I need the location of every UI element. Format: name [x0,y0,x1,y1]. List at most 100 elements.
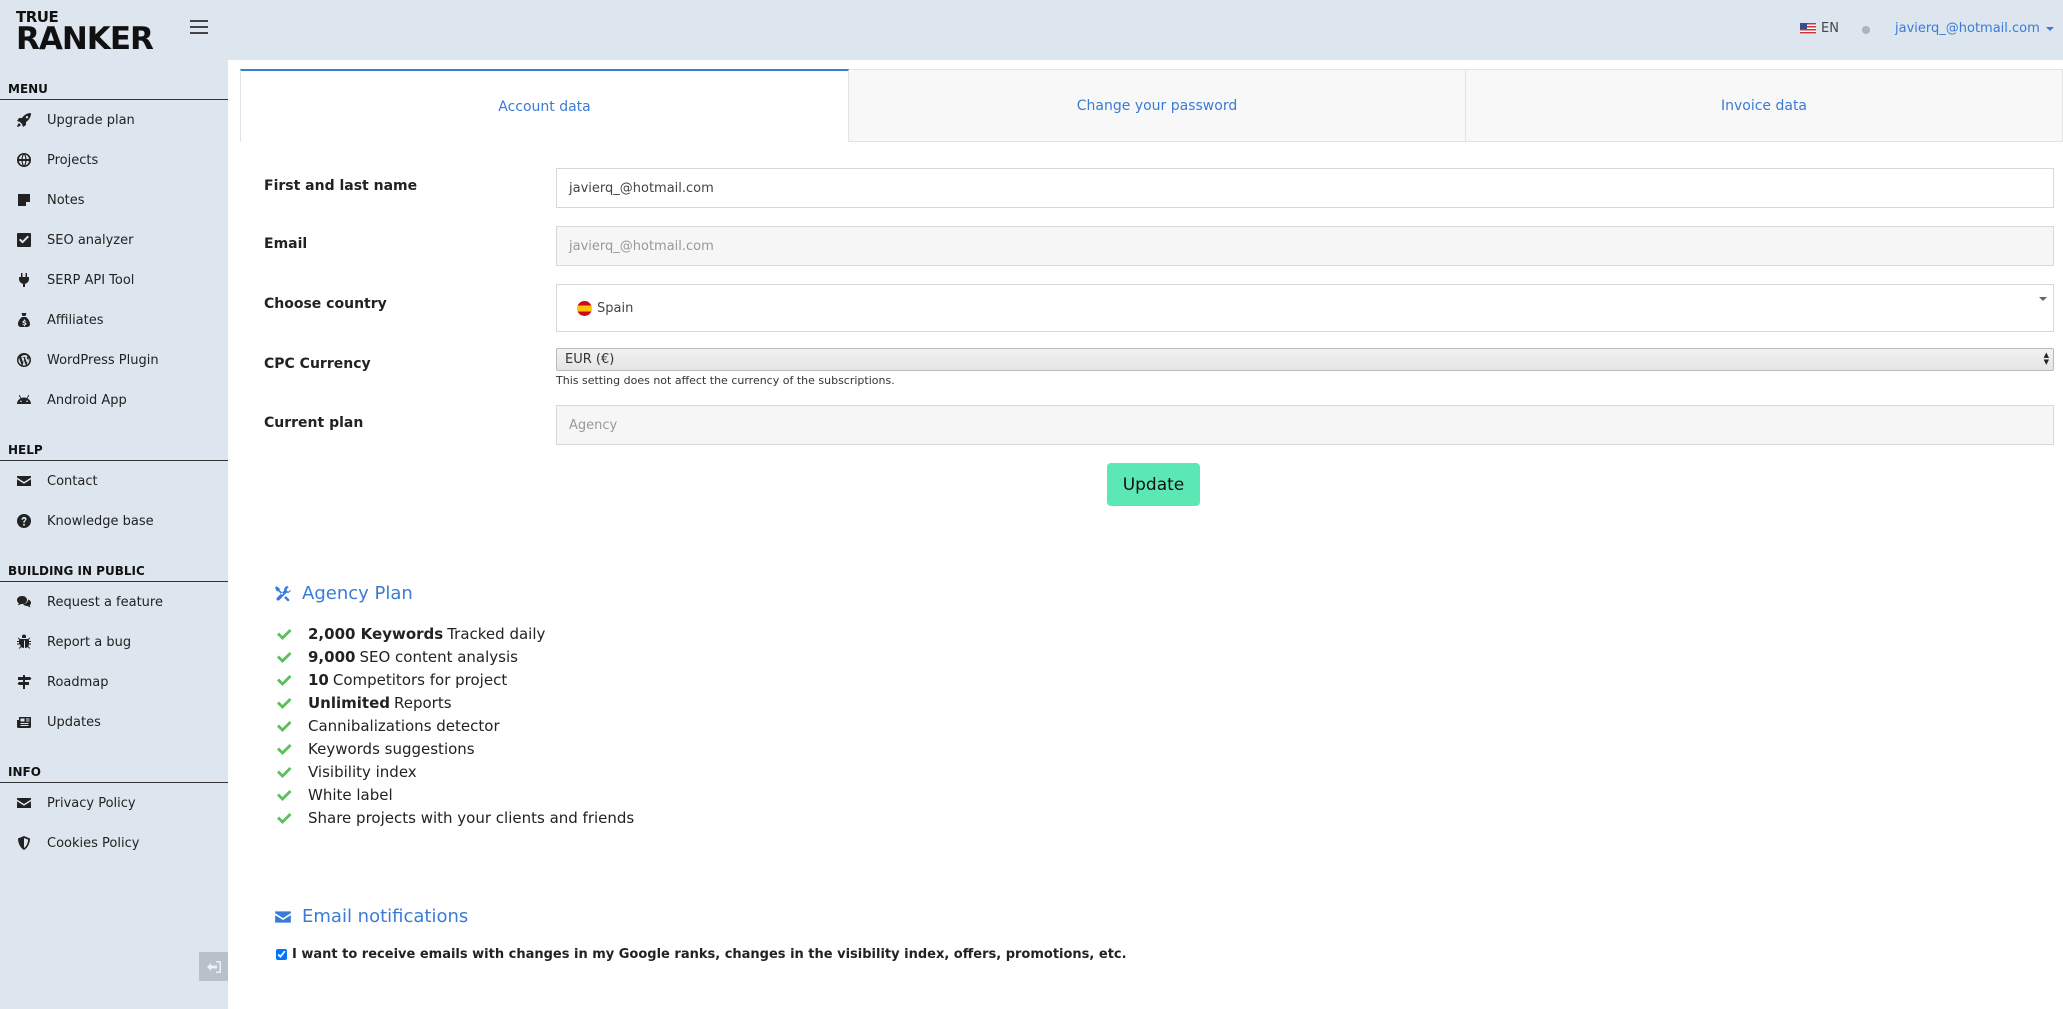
building-in-public-section: BUILDING IN PUBLIC Request a feature Rep… [0,541,228,742]
note-icon [15,192,32,209]
check-icon [276,742,292,756]
spain-flag-icon [577,300,592,316]
plug-icon [15,272,32,289]
rocket-icon [15,112,32,129]
sidebar-item-android-app[interactable]: Android App [0,380,228,420]
info-section: INFO Privacy Policy Cookies Policy [0,742,228,863]
newspaper-icon [15,714,32,731]
sidebar-item-label: Updates [47,714,101,730]
plan-features-list: 2,000 Keywords Tracked daily 9,000 SEO con… [276,622,634,829]
currency-value: EUR (€) [565,352,615,367]
signpost-icon [15,674,32,691]
sidebar-item-label: Privacy Policy [47,795,136,811]
check-icon [276,765,292,779]
bug-icon [15,634,32,651]
sidebar-item-notes[interactable]: Notes [0,180,228,220]
sidebar-item-seo-analyzer[interactable]: SEO analyzer [0,220,228,260]
sidebar-item-request-feature[interactable]: Request a feature [0,582,228,622]
check-icon [276,627,292,641]
agency-plan-heading: Agency Plan [274,583,413,604]
chevron-down-icon [2039,297,2047,301]
tab-change-password[interactable]: Change your password [849,69,1466,142]
tab-account-data[interactable]: Account data [240,69,849,142]
sidebar-item-label: Projects [47,152,99,168]
sidebar-item-label: Roadmap [47,674,109,690]
money-bag-icon [15,312,32,329]
currency-label: CPC Currency [264,356,371,372]
list-item: White label [276,783,634,806]
hamburger-menu-icon[interactable] [190,20,208,36]
select-arrows-icon: ▲ ▼ [2043,351,2049,366]
update-button[interactable]: Update [1107,463,1200,506]
sidebar-item-roadmap[interactable]: Roadmap [0,662,228,702]
country-dropdown[interactable]: Spain [556,284,2054,332]
sidebar: MENU Upgrade plan Projects Notes SEO ana… [0,60,228,1009]
sidebar-item-label: Android App [47,392,127,408]
sidebar-item-label: SEO analyzer [47,232,134,248]
sidebar-item-cookies-policy[interactable]: Cookies Policy [0,823,228,863]
sidebar-item-label: Request a feature [47,594,163,610]
caret-down-icon [2045,26,2054,31]
currency-row: CPC Currency EUR (€) ▲ ▼ This setting doe… [264,348,2054,398]
email-notifications-label: I want to receive emails with changes in… [292,947,1127,962]
envelope-icon [15,795,32,812]
check-icon [276,650,292,664]
sidebar-item-contact[interactable]: Contact [0,461,228,501]
checkbox-icon [15,232,32,249]
country-value: Spain [597,300,634,316]
user-email: javierq_@hotmail.com [1895,21,2040,36]
top-bar: TRUE RANKER EN javierq_@hotmail.com [0,0,2063,60]
sidebar-item-affiliates[interactable]: Affiliates [0,300,228,340]
help-section: HELP Contact Knowledge base [0,420,228,541]
email-label: Email [264,236,308,252]
user-menu[interactable]: javierq_@hotmail.com [1895,21,2054,36]
email-notifications-checkbox[interactable] [276,949,287,960]
menu-section-title: MENU [0,80,228,100]
sidebar-item-upgrade-plan[interactable]: Upgrade plan [0,100,228,140]
list-item: 9,000 SEO content analysis [276,645,634,668]
true-ranker-logo[interactable]: TRUE RANKER [16,8,154,57]
main-content: Account data Change your password Invoic… [228,60,2063,1009]
plan-input: Agency [556,405,2054,445]
language-selector[interactable]: EN [1800,21,1839,36]
sidebar-item-label: Contact [47,473,98,489]
shield-icon [15,835,32,852]
name-input[interactable]: javierq_@hotmail.com [556,168,2054,208]
collapse-sidebar-button[interactable] [199,952,228,981]
tab-bar: Account data Change your password Invoic… [240,69,2063,142]
currency-select[interactable]: EUR (€) ▲ ▼ [556,348,2054,371]
sidebar-item-projects[interactable]: Projects [0,140,228,180]
sidebar-item-report-bug[interactable]: Report a bug [0,622,228,662]
list-item: Cannibalizations detector [276,714,634,737]
us-flag-icon [1800,23,1816,34]
sidebar-item-privacy-policy[interactable]: Privacy Policy [0,783,228,823]
language-label: EN [1821,21,1839,36]
currency-help-text: This setting does not affect the currenc… [556,374,895,387]
email-notifications-option[interactable]: I want to receive emails with changes in… [276,947,1127,962]
sidebar-item-label: Report a bug [47,634,132,650]
email-notifications-heading: Email notifications [274,906,468,927]
check-icon [276,673,292,687]
sidebar-item-serp-api-tool[interactable]: SERP API Tool [0,260,228,300]
country-row: Choose country Spain [264,284,2054,332]
sidebar-item-label: Knowledge base [47,513,154,529]
sidebar-item-knowledge-base[interactable]: Knowledge base [0,501,228,541]
envelope-icon [275,910,291,923]
check-icon [276,788,292,802]
sidebar-item-updates[interactable]: Updates [0,702,228,742]
info-section-title: INFO [0,763,228,783]
collapse-arrow-icon [206,960,221,973]
tab-invoice-data[interactable]: Invoice data [1466,69,2063,142]
list-item: Unlimited Reports [276,691,634,714]
android-icon [15,392,32,409]
list-item: 10 Competitors for project [276,668,634,691]
plan-label: Current plan [264,415,364,431]
agency-plan-title: Agency Plan [302,583,413,604]
globe-icon [15,152,32,169]
sidebar-item-wordpress-plugin[interactable]: WordPress Plugin [0,340,228,380]
building-in-public-title: BUILDING IN PUBLIC [0,562,228,582]
comments-icon [15,594,32,611]
plan-row: Current plan Agency [264,405,2054,445]
list-item: Share projects with your clients and fri… [276,806,634,829]
name-row: First and last name javierq_@hotmail.com [264,168,2054,208]
